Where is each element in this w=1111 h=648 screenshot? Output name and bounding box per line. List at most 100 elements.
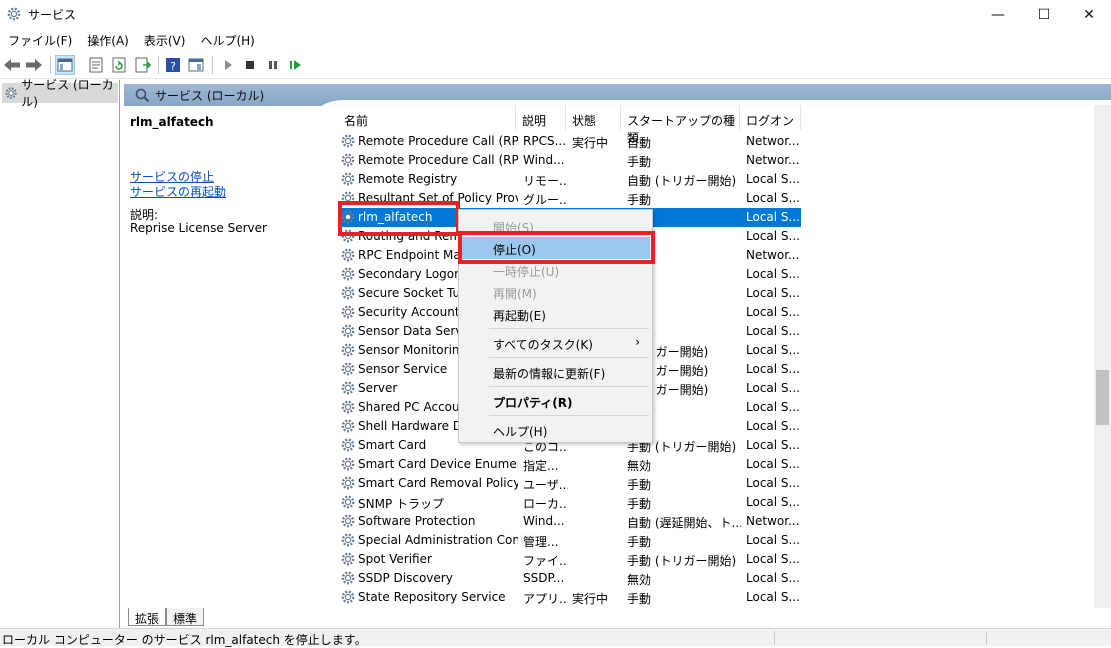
cell-logon: Local S...: [746, 552, 800, 566]
content-header-title: サービス (ローカル): [155, 88, 265, 103]
cell-logon: Local S...: [746, 590, 800, 604]
sort-ascending-icon: ^: [423, 105, 431, 112]
cell-startup-type: 手動: [627, 592, 652, 606]
table-row[interactable]: Software Protection Wind... 自動 (遅延開始、ト... N…: [338, 512, 801, 531]
vertical-scrollbar[interactable]: [1094, 105, 1111, 608]
cell-description: SSDP...: [523, 571, 565, 585]
service-gear-icon: [341, 476, 355, 490]
submenu-arrow-icon: ›: [635, 335, 640, 349]
show-hide-action-pane-icon[interactable]: [186, 55, 206, 75]
cell-status: [572, 533, 617, 550]
refresh-icon[interactable]: [109, 55, 129, 75]
table-row[interactable]: SNMP トラップ ローカ... 手動 Local S...: [338, 493, 801, 512]
service-gear-icon: [341, 514, 355, 528]
menu-help[interactable]: ヘルプ(H): [192, 29, 261, 50]
cell-description: ローカ...: [523, 497, 568, 511]
service-gear-icon: [341, 419, 355, 433]
content-header: サービス (ローカル): [124, 84, 1111, 106]
menu-item-refresh[interactable]: 最新の情報に更新(F): [461, 361, 650, 383]
cell-logon: Local S...: [746, 324, 800, 338]
menu-item-resume[interactable]: 再開(M): [461, 281, 650, 303]
cell-description: ユーザ...: [523, 478, 568, 492]
extended-description-pane: rlm_alfatech サービスの停止 サービスの再起動 説明: Repris…: [124, 106, 334, 608]
menu-bar: ファイル(F) 操作(A) 表示(V) ヘルプ(H): [0, 29, 1111, 50]
table-row[interactable]: Remote Registry リモー... 自動 (トリガー開始) Local S.…: [338, 170, 801, 189]
service-gear-icon: [341, 438, 355, 452]
menu-item-restart[interactable]: 再起動(E): [461, 303, 650, 325]
table-row[interactable]: Smart Card Device Enumera... 指定... 無効 Local…: [338, 455, 801, 474]
service-gear-icon: [341, 552, 355, 566]
service-gear-icon: [341, 457, 355, 471]
table-row[interactable]: Special Administration Cons... 管理... 手動 Loc…: [338, 531, 801, 550]
gear-icon: [5, 87, 17, 99]
tree-item-services-local[interactable]: サービス (ローカル): [2, 78, 118, 109]
restart-service-icon[interactable]: [286, 55, 306, 75]
table-row[interactable]: Remote Procedure Call (RPC... Wind... 手動 Ne…: [338, 151, 801, 170]
cell-status: [572, 571, 617, 588]
cell-startup-type: 無効: [627, 573, 652, 587]
close-button[interactable]: ✕: [1066, 0, 1111, 29]
column-header-logon[interactable]: ログオン: [740, 105, 801, 130]
menu-file[interactable]: ファイル(F): [0, 29, 79, 50]
export-list-icon[interactable]: [133, 55, 153, 75]
menu-separator: [489, 328, 649, 329]
cell-logon: Local S...: [746, 400, 800, 414]
pause-service-icon[interactable]: [263, 55, 283, 75]
service-gear-icon: [341, 286, 355, 300]
window-title: サービス: [28, 8, 77, 22]
properties-sheet-icon[interactable]: [86, 55, 106, 75]
cell-status: [572, 172, 617, 189]
back-arrow-icon[interactable]: [2, 55, 22, 75]
restart-service-link[interactable]: サービスの再起動: [130, 183, 226, 200]
help-icon[interactable]: ?: [163, 55, 183, 75]
table-row[interactable]: State Repository Service アプリ... 実行中 手動 Local…: [338, 588, 801, 607]
column-header-status[interactable]: 状態: [566, 105, 621, 130]
cell-name: Spot Verifier: [358, 552, 432, 566]
cell-logon: Local S...: [746, 191, 800, 205]
menu-action[interactable]: 操作(A): [79, 29, 136, 50]
services-table: ^ 名前 説明 状態 スタートアップの種類 ログオン Remote Proced…: [338, 105, 1094, 608]
service-gear-icon: [341, 267, 355, 281]
stop-service-icon[interactable]: [240, 55, 260, 75]
menu-separator: [489, 357, 649, 358]
cell-startup-type: 手動 (トリガー開始): [627, 554, 737, 568]
cell-startup-type: 手動: [627, 535, 652, 549]
cell-description: 管理...: [523, 535, 559, 549]
cell-name: SNMP トラップ: [358, 497, 444, 511]
status-bar: ローカル コンピューター のサービス rlm_alfatech を停止します。: [0, 628, 1111, 647]
start-service-icon[interactable]: [218, 55, 238, 75]
service-gear-icon: [341, 305, 355, 319]
console-tree-icon[interactable]: [55, 55, 75, 75]
table-row[interactable]: Spot Verifier ファイ... 手動 (トリガー開始) Local S...: [338, 550, 801, 569]
tab-extended[interactable]: 拡張: [128, 608, 167, 626]
table-row[interactable]: SSDP Discovery SSDP... 無効 Local S...: [338, 569, 801, 588]
cell-logon: Local S...: [746, 571, 800, 585]
table-header: ^ 名前 説明 状態 スタートアップの種類 ログオン: [338, 105, 1094, 145]
menu-item-properties[interactable]: プロパティ(R): [461, 390, 650, 412]
tab-standard[interactable]: 標準: [166, 608, 205, 626]
cell-status: [572, 153, 617, 170]
column-header-name[interactable]: ^ 名前: [338, 105, 516, 130]
service-gear-icon: [341, 400, 355, 414]
cell-startup-type: 自動: [627, 136, 652, 150]
cell-name: SSDP Discovery: [358, 571, 453, 585]
cell-logon: Local S...: [746, 438, 800, 452]
table-row[interactable]: Smart Card Removal Policy ユーザ... 手動 Local S…: [338, 474, 801, 493]
cell-logon: Networ...: [746, 134, 800, 148]
toolbar-separator: [212, 56, 213, 74]
menu-item-all-tasks[interactable]: すべてのタスク(K) ›: [461, 332, 650, 354]
svg-text:?: ?: [170, 60, 176, 73]
minimize-button[interactable]: —: [975, 0, 1021, 29]
menu-view[interactable]: 表示(V): [136, 29, 193, 50]
forward-arrow-icon[interactable]: [24, 55, 44, 75]
cell-name: State Repository Service: [358, 590, 506, 604]
scrollbar-thumb[interactable]: [1096, 370, 1109, 425]
menu-item-help[interactable]: ヘルプ(H): [461, 419, 650, 441]
column-header-description[interactable]: 説明: [516, 105, 566, 130]
column-header-startup-type[interactable]: スタートアップの種類: [621, 105, 740, 145]
maximize-button[interactable]: ☐: [1021, 0, 1067, 29]
cell-logon: Local S...: [746, 229, 800, 243]
cell-logon: Networ...: [746, 514, 800, 528]
table-row[interactable]: Remote Procedure Call (RPC) RPCS... 実行中 自動 N…: [338, 132, 801, 151]
cell-name: Smart Card Device Enumera...: [358, 457, 518, 471]
